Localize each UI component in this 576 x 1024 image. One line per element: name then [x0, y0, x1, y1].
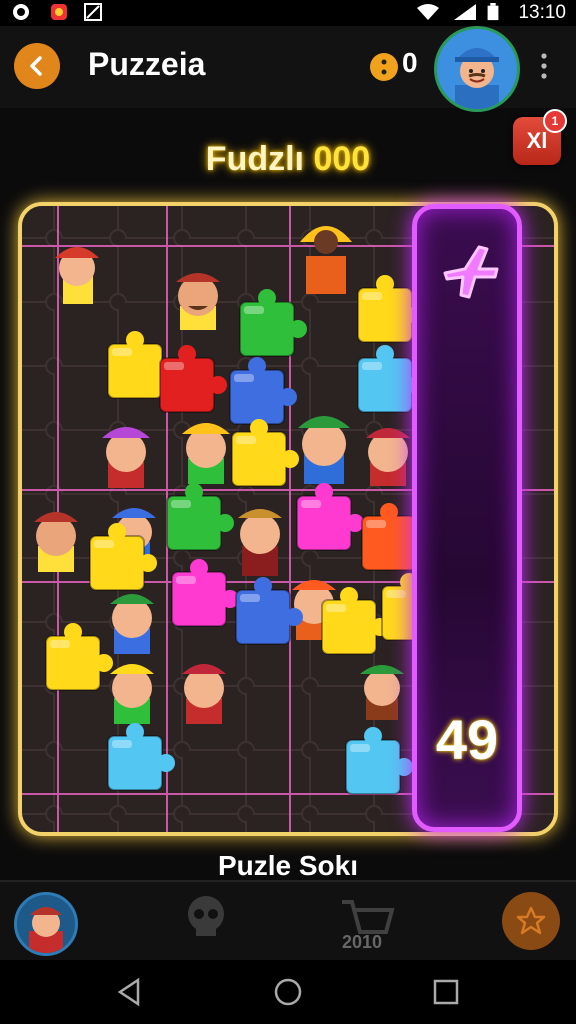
- puzzle-piece[interactable]: [229, 357, 297, 425]
- nav-avatar[interactable]: [14, 892, 78, 956]
- signal-icon: [454, 4, 476, 20]
- bonus-panel[interactable]: 49: [412, 204, 522, 832]
- puzzle-piece[interactable]: [235, 577, 303, 645]
- bottom-nav: 2010: [0, 880, 576, 962]
- puzzle-piece[interactable]: [321, 587, 389, 655]
- star-icon: [516, 906, 546, 935]
- wifi-icon: [417, 4, 439, 20]
- cart-label: 2010: [342, 932, 383, 952]
- back-nav-icon[interactable]: [114, 976, 146, 1008]
- airplane-icon[interactable]: [439, 239, 503, 303]
- recents-nav-icon[interactable]: [430, 976, 462, 1008]
- score-title: Fudzlı 000: [0, 140, 576, 179]
- battery-icon: [487, 3, 499, 21]
- page-title: Puzzeia: [88, 46, 206, 82]
- star-button[interactable]: [502, 892, 560, 950]
- home-nav-icon[interactable]: [272, 976, 304, 1008]
- avatar[interactable]: [434, 26, 520, 112]
- score-label: Fudzlı: [205, 140, 304, 178]
- puzzle-piece[interactable]: [239, 289, 307, 357]
- puzzle-piece[interactable]: [89, 523, 157, 591]
- puzzle-piece[interactable]: [345, 727, 413, 795]
- more-options-icon[interactable]: [534, 48, 554, 84]
- app-icon: [13, 4, 29, 20]
- back-button[interactable]: [14, 43, 60, 89]
- score-value: 000: [313, 140, 371, 178]
- status-bar: 13:10: [0, 0, 576, 26]
- notification-icon: [51, 4, 67, 20]
- clock: 13:10: [518, 2, 566, 23]
- coin-icon: [370, 53, 398, 81]
- puzzle-piece[interactable]: [107, 723, 175, 791]
- image-icon: [84, 3, 102, 21]
- puzzle-piece[interactable]: [231, 419, 299, 487]
- moves-counter: 49: [435, 708, 499, 771]
- badge-count: 1: [543, 109, 567, 133]
- puzzle-piece[interactable]: [296, 483, 364, 551]
- puzzle-piece[interactable]: [171, 559, 239, 627]
- puzzle-piece[interactable]: [159, 345, 227, 413]
- puzzle-piece[interactable]: [166, 483, 234, 551]
- app-header: Puzzeia 0: [0, 26, 576, 112]
- coin-count: 0: [402, 47, 418, 78]
- chevron-left-icon: [30, 56, 42, 76]
- system-nav-bar: [0, 960, 576, 1024]
- skull-icon[interactable]: [176, 890, 236, 950]
- puzzle-piece[interactable]: [45, 623, 113, 691]
- footer-label: Puzle Sokı: [217, 850, 359, 881]
